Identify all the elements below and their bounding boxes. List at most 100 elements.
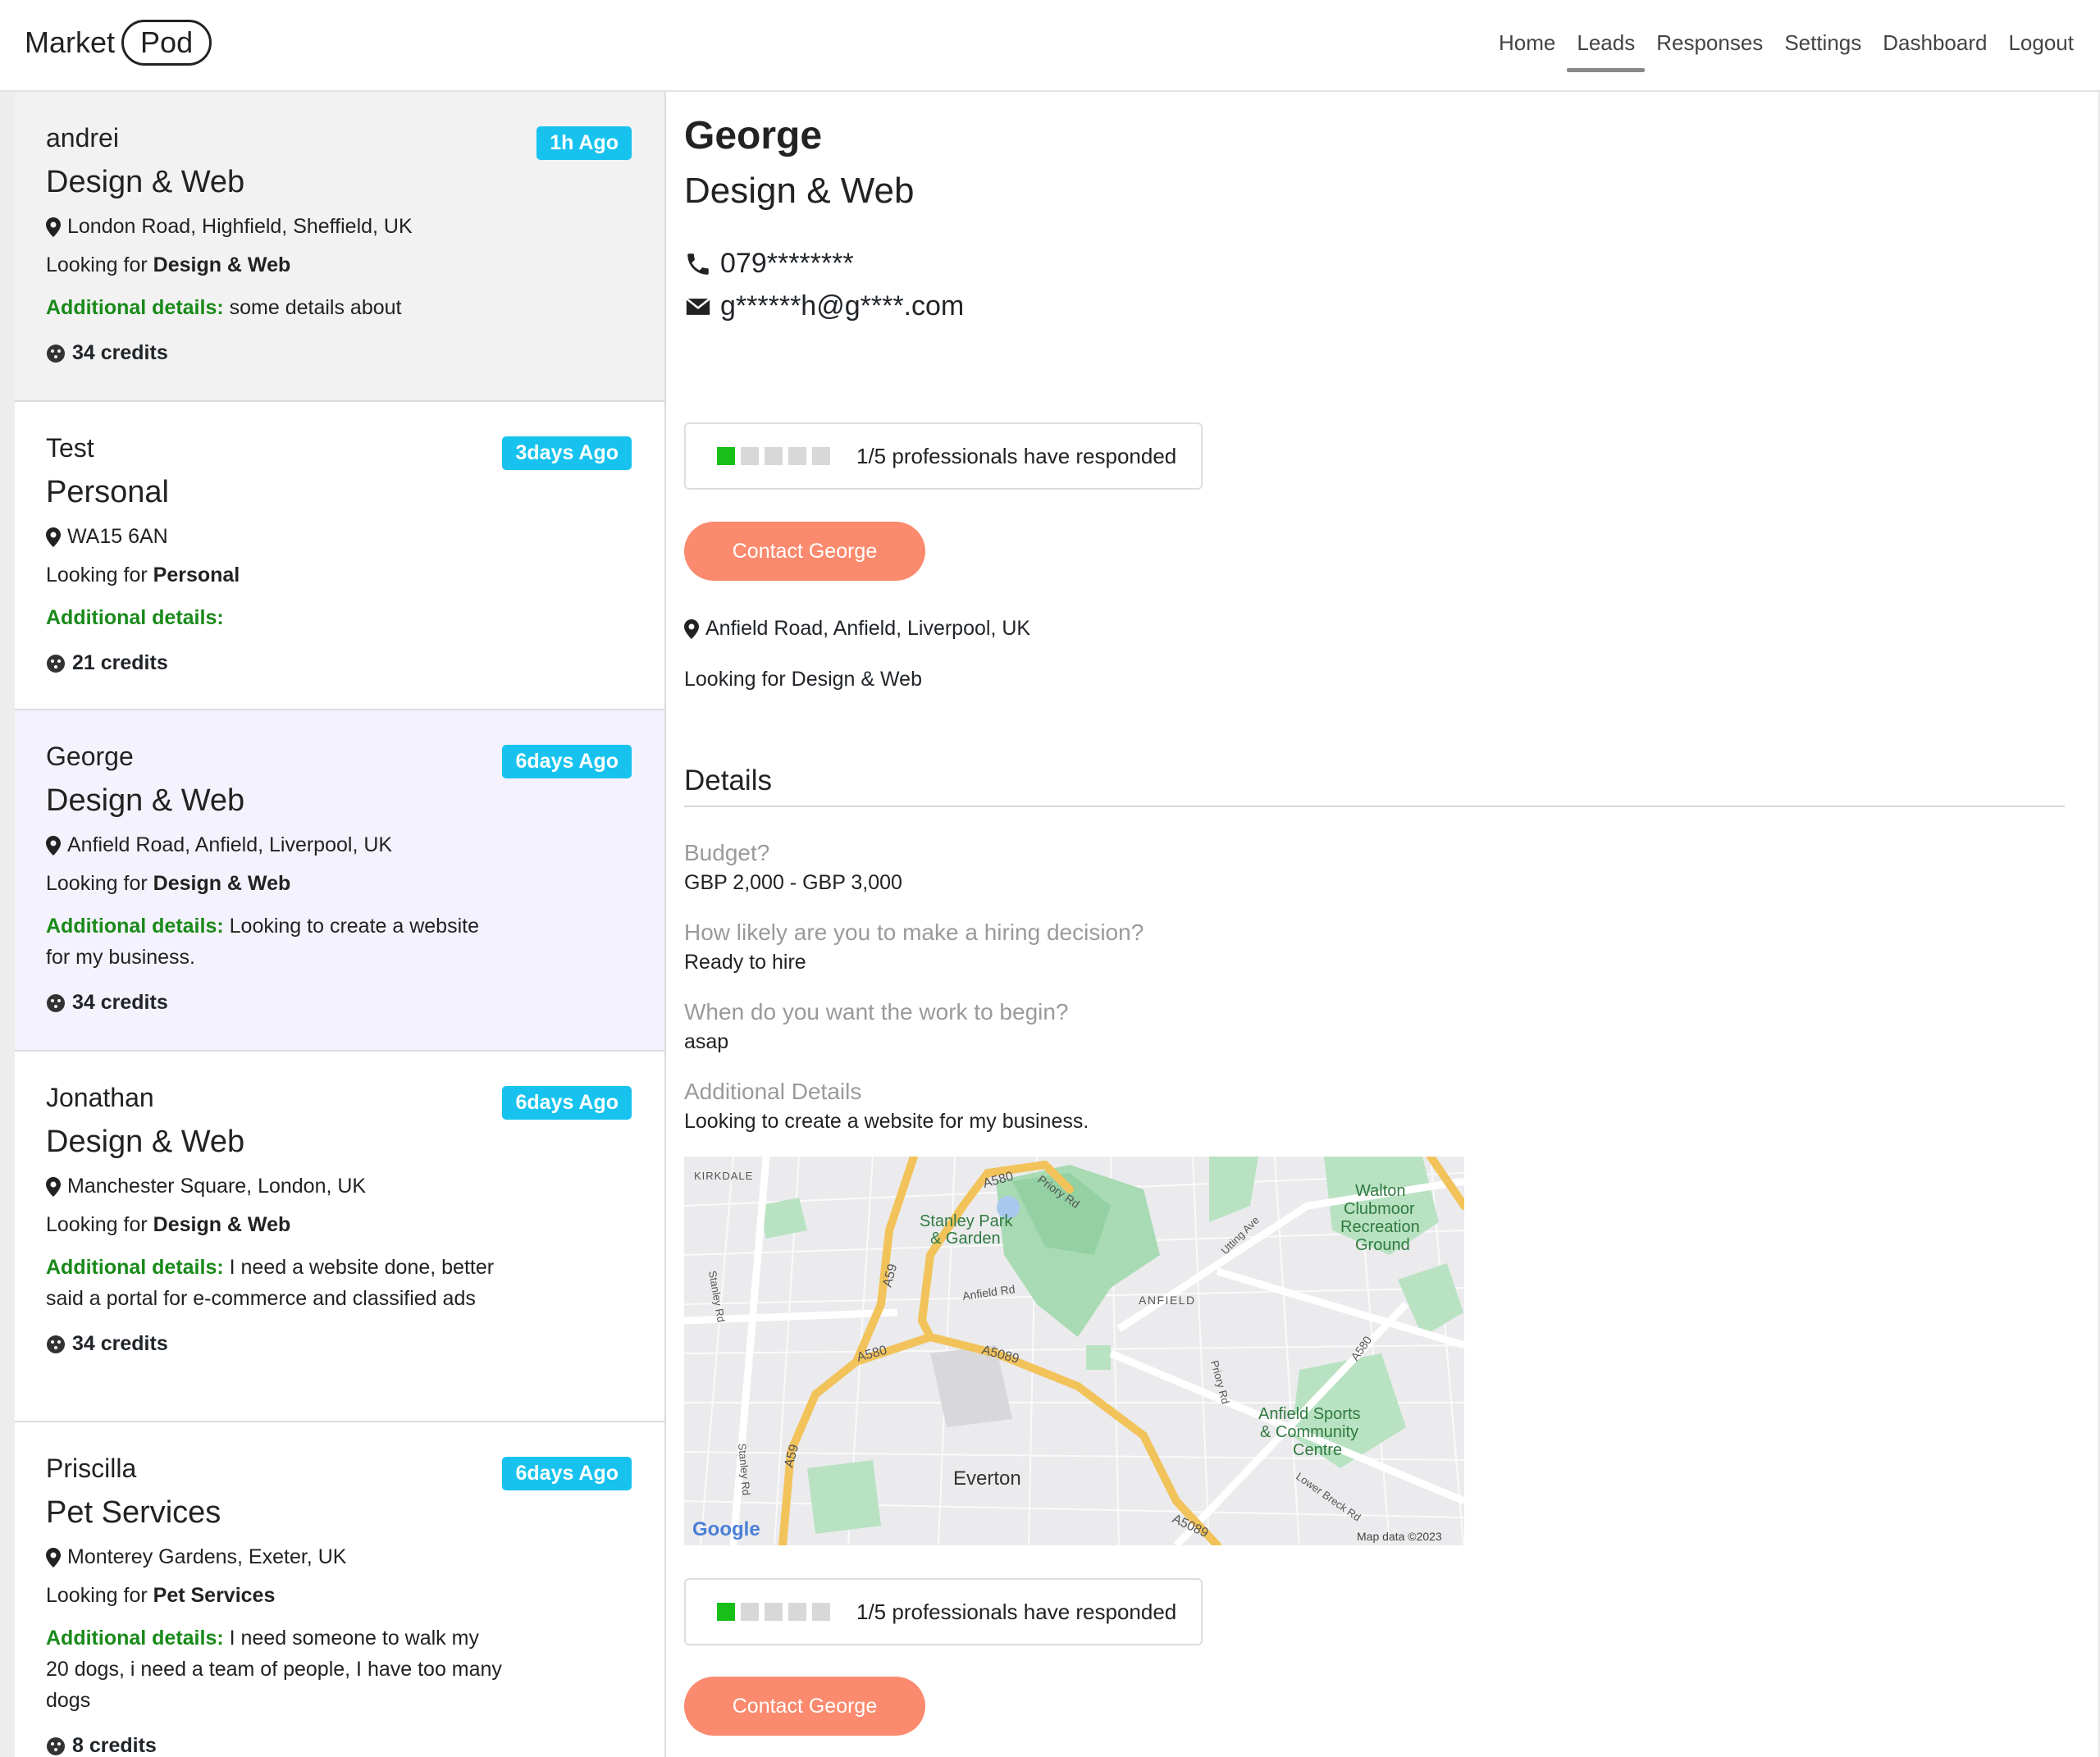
response-indicator-empty	[765, 447, 783, 465]
question-hiring-decision: How likely are you to make a hiring deci…	[684, 920, 1144, 945]
lead-category: Pet Services	[46, 1495, 221, 1530]
detail-name: George	[684, 114, 823, 157]
lead-category: Design & Web	[46, 1125, 245, 1159]
lead-card[interactable]: Priscilla 6days Ago Pet Services Montere…	[15, 1422, 664, 1757]
answer-hiring-decision: Ready to hire	[684, 951, 806, 974]
map-pin-icon	[46, 217, 61, 237]
nav-responses[interactable]: Responses	[1656, 0, 1763, 90]
detail-category: Design & Web	[684, 171, 915, 211]
lead-category: Design & Web	[46, 165, 245, 199]
detail-email: g******h@g****.com	[684, 290, 964, 322]
lead-card[interactable]: andrei 1h Ago Design & Web London Road, …	[15, 92, 664, 402]
response-indicator-empty	[788, 447, 806, 465]
lead-credits: 34 credits	[46, 341, 632, 365]
detail-phone: 079********	[684, 248, 854, 280]
map-label-clubmoor: Clubmoor	[1344, 1200, 1415, 1218]
time-badge: 1h Ago	[536, 126, 632, 160]
google-logo: Google	[692, 1518, 760, 1540]
coins-icon	[47, 993, 65, 1012]
logo-market-text: Market	[25, 25, 116, 59]
map-label-centre: Centre	[1293, 1441, 1342, 1459]
map-label-stanley-garden: & Garden	[930, 1230, 1001, 1248]
question-budget: Budget?	[684, 840, 770, 865]
response-status-text: 1/5 professionals have responded	[856, 443, 1177, 468]
detail-looking-for: Looking for Design & Web	[684, 668, 922, 691]
contact-button[interactable]: Contact George	[684, 522, 925, 581]
answer-start-date: asap	[684, 1030, 729, 1053]
nav-dashboard[interactable]: Dashboard	[1883, 0, 1987, 90]
response-indicator-empty	[812, 447, 830, 465]
lead-location: Monterey Gardens, Exeter, UK	[46, 1545, 632, 1569]
phone-icon	[687, 253, 709, 275]
response-indicator-empty	[812, 1603, 830, 1621]
response-status-box-bottom: 1/5 professionals have responded	[684, 1578, 1203, 1645]
lead-card[interactable]: Test 3days Ago Personal WA15 6AN Looking…	[15, 402, 664, 710]
lead-location: WA15 6AN	[46, 525, 632, 549]
lead-looking-for: Looking for Pet Services	[46, 1584, 276, 1607]
nav-leads[interactable]: Leads	[1567, 0, 1646, 90]
map-label-kirkdale: KIRKDALE	[694, 1170, 753, 1182]
leads-list: andrei 1h Ago Design & Web London Road, …	[15, 92, 664, 1757]
lead-credits: 21 credits	[46, 651, 632, 675]
coins-icon	[47, 1736, 65, 1755]
map-label-anfield-sports: Anfield Sports	[1258, 1405, 1361, 1423]
lead-category: Personal	[46, 475, 169, 509]
response-indicator-filled	[717, 447, 735, 465]
response-status-text: 1/5 professionals have responded	[856, 1599, 1177, 1624]
logo-pod-text: Pod	[121, 20, 212, 66]
response-indicator-empty	[788, 1603, 806, 1621]
time-badge: 6days Ago	[502, 745, 632, 778]
lead-category: Design & Web	[46, 783, 245, 818]
question-start-date: When do you want the work to begin?	[684, 999, 1069, 1025]
coins-icon	[47, 654, 65, 673]
response-indicator-empty	[765, 1603, 783, 1621]
map-label-walton: Walton	[1355, 1182, 1406, 1200]
map-label-community: & Community	[1260, 1423, 1358, 1441]
lead-additional-details: Additional details: I need someone to wa…	[46, 1627, 508, 1712]
time-badge: 6days Ago	[502, 1457, 632, 1490]
answer-additional-details: Looking to create a website for my busin…	[684, 1110, 1089, 1133]
map-pin-icon	[46, 1176, 61, 1197]
lead-location: Anfield Road, Anfield, Liverpool, UK	[46, 833, 632, 857]
map-label-anfield: ANFIELD	[1139, 1294, 1196, 1307]
map-label-recreation: Recreation	[1340, 1218, 1420, 1236]
map-pin-icon	[46, 835, 61, 856]
response-indicator-empty	[741, 1603, 759, 1621]
lead-location: Manchester Square, London, UK	[46, 1175, 632, 1198]
coins-icon	[47, 344, 65, 363]
lead-additional-details: Additional details: I need a website don…	[46, 1256, 500, 1310]
nav-logout[interactable]: Logout	[2008, 0, 2074, 90]
envelope-icon	[686, 297, 710, 315]
time-badge: 3days Ago	[502, 436, 632, 470]
contact-button-bottom[interactable]: Contact George	[684, 1677, 925, 1736]
details-divider	[684, 805, 2065, 807]
panel-divider	[664, 92, 666, 1757]
lead-location: London Road, Highfield, Sheffield, UK	[46, 215, 632, 239]
lead-detail-panel: George Design & Web 079******** g******h…	[684, 92, 2079, 1757]
top-navbar: Market Pod Home Leads Responses Settings…	[0, 0, 2100, 92]
response-indicator-filled	[717, 1603, 735, 1621]
location-map[interactable]: KIRKDALE Stanley Park & Garden A580 Prio…	[684, 1157, 1464, 1545]
response-indicator-empty	[741, 447, 759, 465]
time-badge: 6days Ago	[502, 1086, 632, 1120]
map-graphic: KIRKDALE Stanley Park & Garden A580 Prio…	[684, 1157, 1464, 1545]
lead-looking-for: Looking for Personal	[46, 564, 240, 586]
logo[interactable]: Market Pod	[25, 20, 212, 66]
map-label-stanley-park: Stanley Park	[920, 1212, 1013, 1230]
main-nav: Home Leads Responses Settings Dashboard …	[1477, 0, 2074, 90]
question-additional-details: Additional Details	[684, 1079, 862, 1104]
lead-card-selected[interactable]: George 6days Ago Design & Web Anfield Ro…	[15, 710, 664, 1052]
answer-budget: GBP 2,000 - GBP 3,000	[684, 871, 902, 894]
nav-settings[interactable]: Settings	[1784, 0, 1861, 90]
map-pin-icon	[46, 1547, 61, 1568]
leads-panel: andrei 1h Ago Design & Web London Road, …	[0, 92, 666, 1757]
lead-card[interactable]: Jonathan 6days Ago Design & Web Manchest…	[15, 1052, 664, 1422]
lead-credits: 34 credits	[46, 1332, 632, 1356]
details-heading: Details	[684, 764, 772, 796]
lead-credits: 8 credits	[46, 1734, 632, 1757]
map-label-everton: Everton	[953, 1467, 1021, 1490]
nav-home[interactable]: Home	[1499, 0, 1555, 90]
map-pin-icon	[46, 527, 61, 547]
lead-looking-for: Looking for Design & Web	[46, 253, 291, 276]
detail-location: Anfield Road, Anfield, Liverpool, UK	[684, 617, 1030, 641]
